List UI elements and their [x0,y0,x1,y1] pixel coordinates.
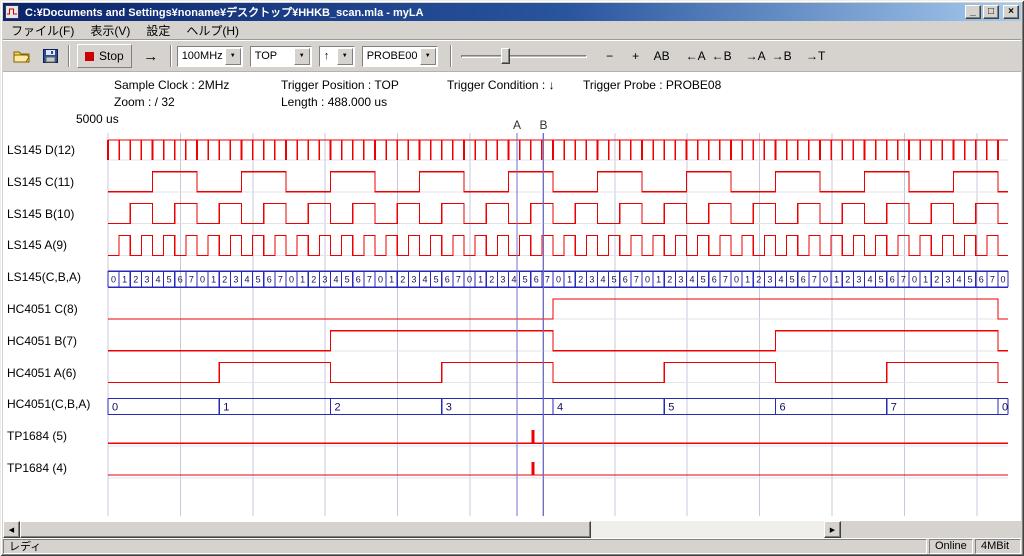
menu-file[interactable]: ファイル(F) [3,20,82,41]
save-button[interactable] [37,44,63,68]
channel-label: LS145 D(12) [7,143,106,159]
window-controls: _ □ × [963,5,1019,19]
channel-label: HC4051 C(8) [7,302,106,318]
channel-label: HC4051 B(7) [7,334,106,350]
close-icon: × [1008,7,1014,17]
trigger-probe-info: Trigger Probe : PROBE08 [583,78,721,92]
menubar: ファイル(F) 表示(V) 設定 ヘルプ(H) [3,21,1021,40]
stop-button[interactable]: Stop [77,44,132,68]
app-window: 0123456701234567012345670123456701234567… [0,0,1024,556]
trigger-edge-combo[interactable]: ↑ ▼ [319,46,355,67]
toolbar-separator [68,45,70,67]
ab-cursor-button[interactable]: AB [649,44,675,68]
goto-b-forward-button[interactable]: →B [769,44,795,68]
zoom-out-button[interactable]: − [597,44,623,68]
scroll-left-icon: ◀ [9,526,14,534]
maximize-icon: □ [988,7,994,17]
stop-label: Stop [99,49,124,63]
statusbar: レディ Online 4MBit [3,538,1021,553]
goto-a-forward-button[interactable]: →A [743,44,769,68]
save-icon [43,49,58,63]
sample-clock-combo[interactable]: 100MHz ▼ [177,46,243,67]
status-online: Online [929,539,973,554]
channel-label: LS145 B(10) [7,207,106,223]
status-memory: 4MBit [975,539,1021,554]
goto-trigger-button[interactable]: →T [803,44,829,68]
scroll-right-button[interactable]: ▶ [824,521,841,538]
minimize-button[interactable]: _ [965,5,981,19]
chevron-down-icon[interactable]: ▼ [420,48,436,65]
open-button[interactable] [9,44,35,68]
stop-icon [85,52,94,61]
goto-b-backward-button[interactable]: ←B [709,44,735,68]
goto-a-backward-button[interactable]: ←A [683,44,709,68]
status-ready: レディ [3,539,927,554]
chevron-down-icon[interactable]: ▼ [337,48,353,65]
trigger-edge-value: ↑ [320,50,336,62]
channel-label: HC4051 A(6) [7,366,106,382]
scroll-right-icon: ▶ [830,526,835,534]
zoom-slider-thumb[interactable] [501,48,510,64]
channel-label: LS145(C,B,A) [7,270,106,286]
trigger-position-info: Trigger Position : TOP [281,78,399,92]
scroll-left-button[interactable]: ◀ [3,521,20,538]
sample-clock-value: 100MHz [178,50,224,62]
app-icon [5,5,21,19]
menu-view[interactable]: 表示(V) [82,20,138,41]
scrollbar-track[interactable] [591,521,824,538]
chevron-down-icon[interactable]: ▼ [225,48,241,65]
chevron-down-icon[interactable]: ▼ [294,48,310,65]
toolbar-separator [170,45,172,67]
trigger-position-combo[interactable]: TOP ▼ [250,46,312,67]
channel-label: LS145 A(9) [7,238,106,254]
zoom-in-button[interactable]: + [623,44,649,68]
trigger-condition-info: Trigger Condition : ↓ [447,78,555,92]
toolbar-separator [450,45,452,67]
menu-settings[interactable]: 設定 [138,20,178,41]
minimize-icon: _ [970,7,976,17]
trigger-probe-combo[interactable]: PROBE00 ▼ [362,46,438,67]
menu-help[interactable]: ヘルプ(H) [178,20,247,41]
waveform-area [3,72,1021,521]
window-title: C:¥Documents and Settings¥noname¥デスクトップ¥… [25,4,963,20]
titlebar[interactable]: C:¥Documents and Settings¥noname¥デスクトップ¥… [3,3,1021,21]
zoom-slider-track [461,55,587,58]
trigger-probe-value: PROBE00 [363,50,419,62]
scrollbar-thumb[interactable] [20,521,591,538]
maximize-button[interactable]: □ [983,5,999,19]
zoom-slider[interactable] [459,44,589,68]
trigger-position-value: TOP [251,50,293,62]
open-folder-icon [13,49,31,63]
zoom-info: Zoom : / 32 [114,95,175,109]
length-info: Length : 488.000 us [281,95,387,109]
close-button[interactable]: × [1003,5,1019,19]
run-button[interactable]: → [137,44,165,68]
toolbar: Stop → 100MHz ▼ TOP ▼ ↑ ▼ PROBE00 ▼ − + … [3,40,1021,72]
channel-label: TP1684 (5) [7,429,106,445]
time-division-label: 5000 us [76,112,119,126]
channel-label: LS145 C(11) [7,175,106,191]
sample-clock-info: Sample Clock : 2MHz [114,78,229,92]
channel-label: TP1684 (4) [7,461,106,477]
horizontal-scrollbar[interactable]: ◀ ▶ [3,521,841,538]
channel-label: HC4051(C,B,A) [7,397,106,413]
